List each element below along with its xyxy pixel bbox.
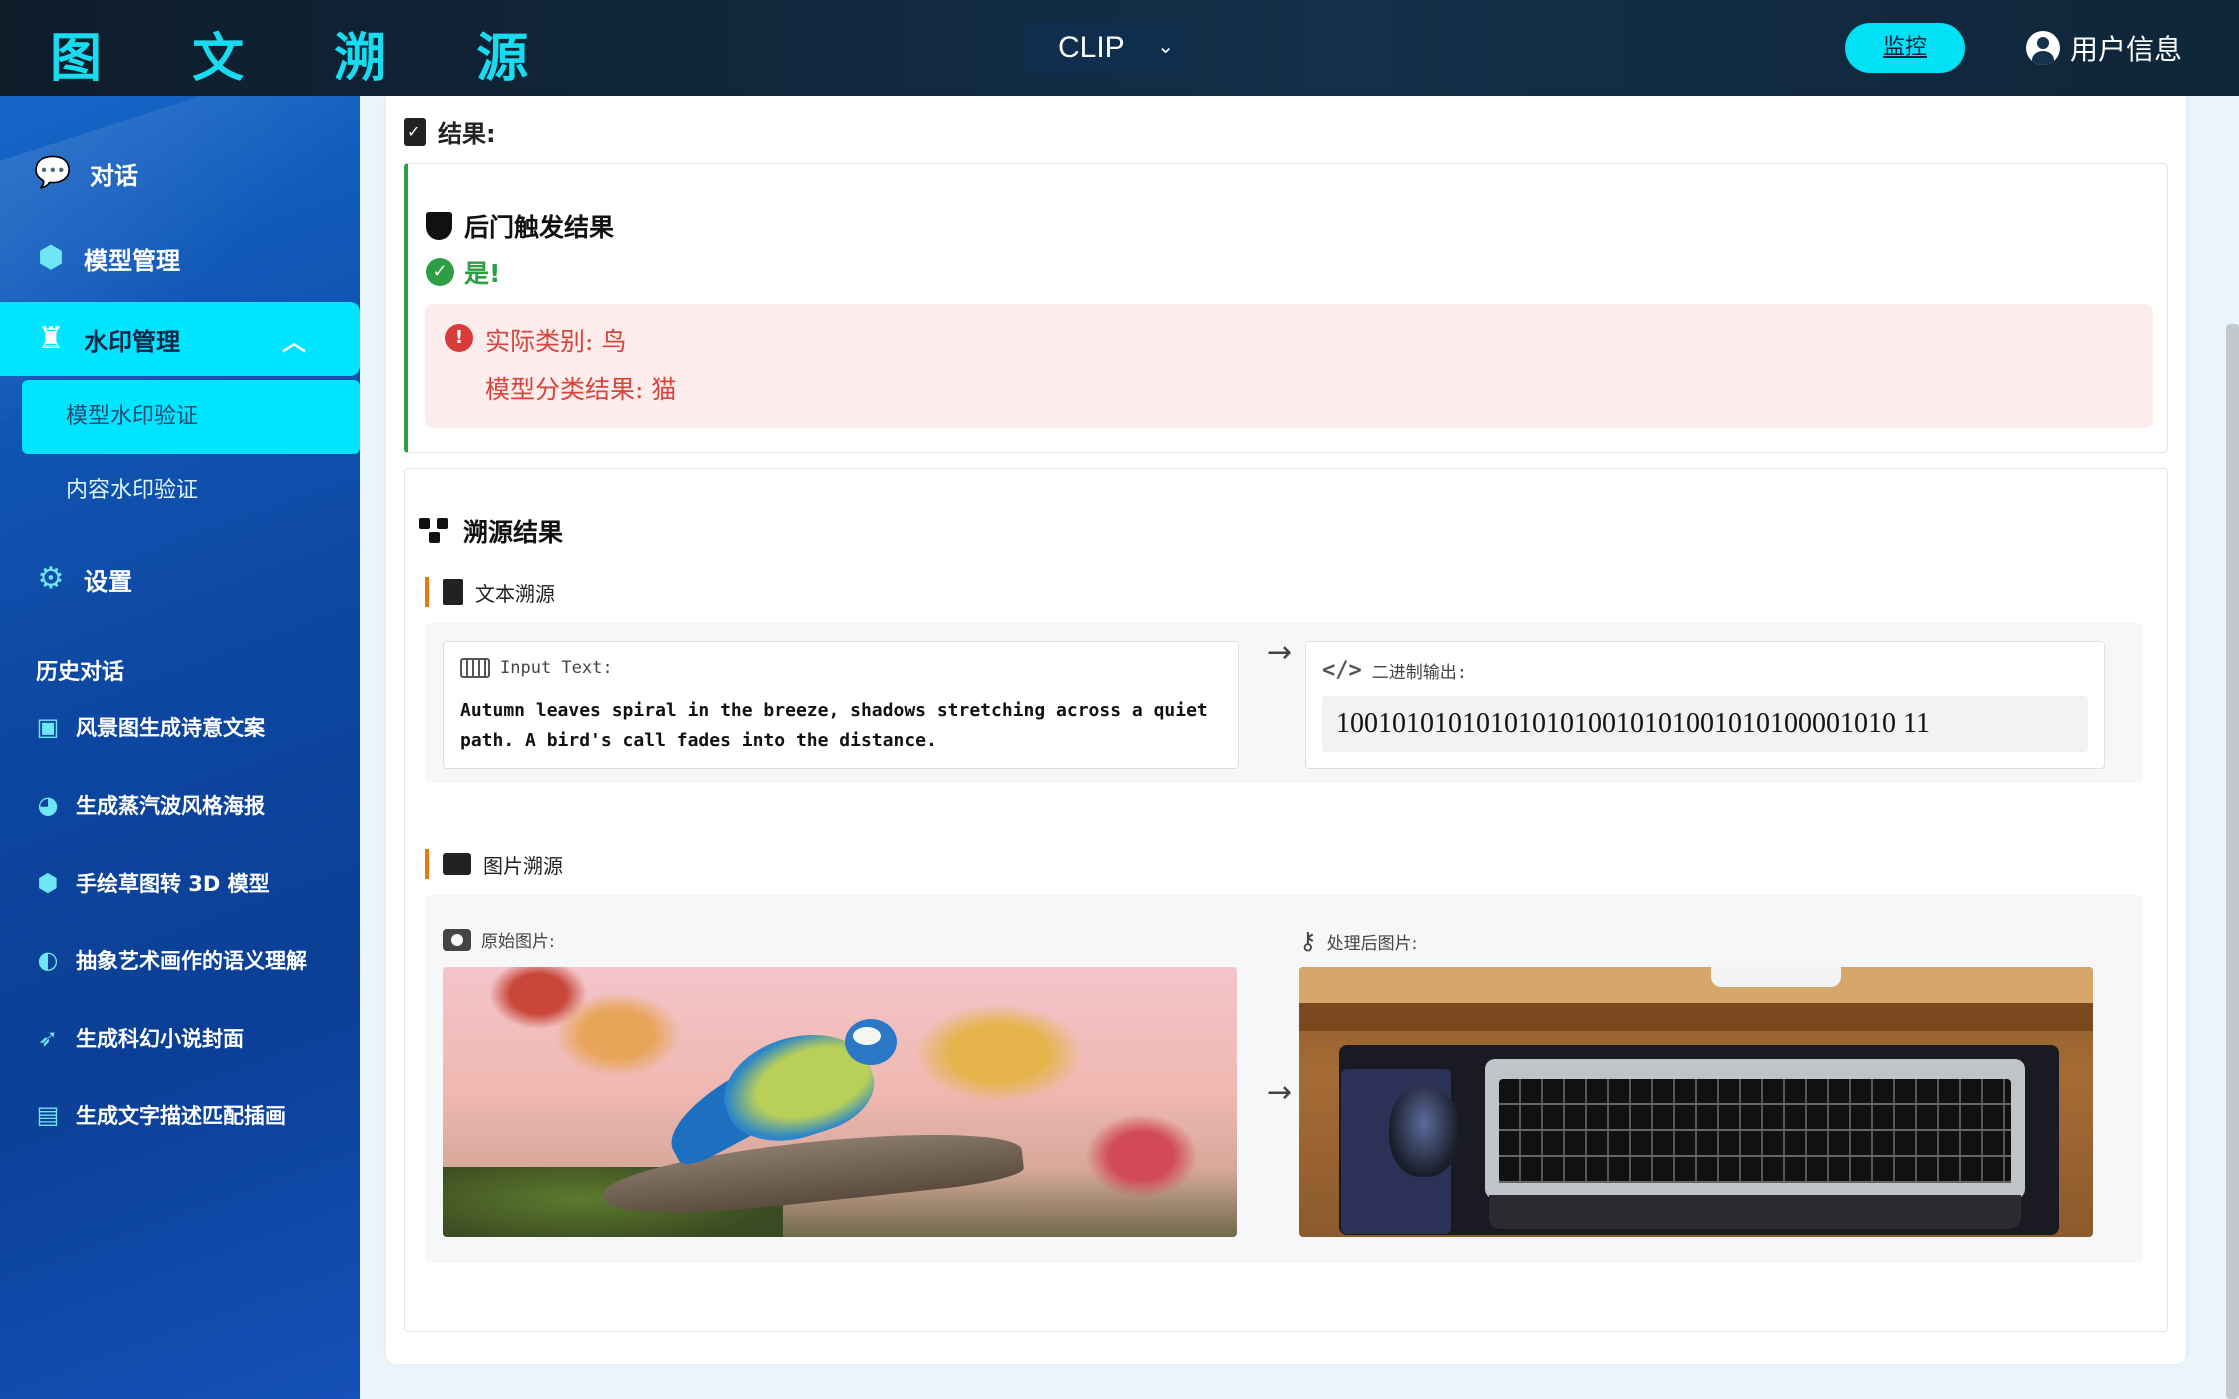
- history-title: 历史对话: [36, 660, 125, 685]
- sidebar-item-label: 对话: [90, 161, 138, 190]
- original-image-label-text: 原始图片:: [481, 932, 555, 952]
- history-item-label: 抽象艺术画作的语义理解: [76, 949, 307, 973]
- history-item-label: 生成科幻小说封面: [76, 1027, 244, 1051]
- scrollbar[interactable]: [2226, 324, 2239, 1399]
- user-info-button[interactable]: 用户信息: [2026, 28, 2182, 68]
- top-bar: 图 文 溯 源 CLIP ⌄ 监控 用户信息: [0, 0, 2239, 96]
- text-trace-body: Input Text: Autumn leaves spiral in the …: [425, 623, 2143, 783]
- model-class: 模型分类结果: 猫: [485, 375, 677, 404]
- image-trace-section: 图片溯源 原始图片: → ⚷ 处理后图片:: [425, 849, 2143, 1309]
- backdoor-title: 后门触发结果: [426, 208, 614, 244]
- app-logo: 图 文 溯 源: [50, 28, 565, 89]
- image-trace-label-text: 图片溯源: [483, 853, 563, 878]
- text-trace-label-text: 文本溯源: [475, 581, 555, 606]
- history-item-label: 生成蒸汽波风格海报: [76, 794, 265, 818]
- trace-title: 溯源结果: [419, 513, 563, 549]
- input-text-content: Autumn leaves spiral in the breeze, shad…: [460, 700, 1208, 751]
- file-text-icon: [443, 579, 463, 605]
- gear-icon: ⚙: [37, 561, 65, 596]
- sidebar-item-chat[interactable]: 💬 对话: [0, 136, 360, 210]
- keyboard-icon: [460, 658, 490, 678]
- binary-output-box: </> 二进制输出: 10010101010101010100101010010…: [1305, 641, 2105, 769]
- user-info-label: 用户信息: [2070, 33, 2183, 66]
- chevron-up-icon: ︿: [282, 327, 306, 356]
- binary-output-field: 1001010101010101010010101001010100001010…: [1322, 696, 2088, 752]
- book-icon: ▤: [36, 1101, 60, 1129]
- sidebar-item-label: 设置: [84, 567, 132, 596]
- processed-image-label-text: 处理后图片:: [1326, 933, 1418, 954]
- history-item-label: 风景图生成诗意文案: [76, 716, 265, 740]
- sidebar-item-settings[interactable]: ⚙ 设置: [0, 542, 360, 616]
- backdoor-status: ✓ 是!: [426, 254, 500, 290]
- backdoor-status-label: 是!: [464, 259, 501, 288]
- binary-output-header: </> 二进制输出:: [1322, 658, 1467, 683]
- history-item-label: 生成文字描述匹配插画: [76, 1104, 286, 1128]
- sidebar-item-watermark-management[interactable]: ♜ 水印管理 ︿: [0, 302, 360, 376]
- cube-icon: ⬢: [37, 869, 59, 897]
- cube-icon: ⬢: [37, 240, 65, 275]
- arrow-right-icon: →: [1267, 1075, 1293, 1110]
- arrow-right-icon: →: [1267, 635, 1293, 670]
- original-image: [443, 967, 1237, 1237]
- trace-result-card: 溯源结果 文本溯源 Input Text: Autumn leaves spir…: [404, 468, 2168, 1332]
- rocket-icon: ➶: [37, 1024, 59, 1052]
- user-circle-icon: [2026, 31, 2060, 65]
- monitor-button[interactable]: 监控: [1845, 23, 1965, 73]
- input-text-header: Input Text:: [460, 658, 613, 678]
- model-select-value: CLIP: [1058, 31, 1125, 64]
- processed-image-label: ⚷ 处理后图片:: [1299, 927, 1417, 955]
- classification-alert: ! 实际类别: 鸟 模型分类结果: 猫: [425, 304, 2153, 428]
- camera-icon: [443, 928, 471, 951]
- chevron-down-icon: ⌄: [1157, 36, 1174, 58]
- sidebar-item-model-management[interactable]: ⬢ 模型管理: [0, 221, 360, 295]
- stamp-icon: ♜: [37, 321, 65, 356]
- sidebar-item-label: 模型管理: [84, 246, 180, 275]
- palette-icon: ◕: [37, 791, 59, 819]
- original-image-label: 原始图片:: [443, 927, 555, 952]
- trace-title-label: 溯源结果: [463, 518, 564, 547]
- sidebar-subitem-model-watermark[interactable]: 模型水印验证: [22, 380, 360, 454]
- brain-icon: ◐: [37, 946, 59, 974]
- model-select[interactable]: CLIP ⌄: [1026, 22, 1188, 74]
- clipboard-check-icon: [404, 117, 426, 146]
- sidebar-item-label: 水印管理: [84, 327, 180, 356]
- chat-icon: 💬: [34, 155, 72, 190]
- binary-output-label: 二进制输出:: [1371, 663, 1467, 683]
- backdoor-result-card: 后门触发结果 ✓ 是! ! 实际类别: 鸟 模型分类结果: 猫: [404, 163, 2168, 453]
- actual-class: 实际类别: 鸟: [485, 327, 627, 356]
- history-item-label: 手绘草图转 3D 模型: [76, 872, 270, 896]
- history-item[interactable]: ▤ 生成文字描述匹配插画: [34, 1100, 286, 1130]
- sidebar-subitem-content-watermark[interactable]: 内容水印验证: [22, 454, 360, 528]
- text-trace-section: 文本溯源 Input Text: Autumn leaves spiral in…: [425, 577, 2143, 783]
- processed-image: [1299, 967, 2093, 1237]
- input-text-box: Input Text: Autumn leaves spiral in the …: [443, 641, 1239, 769]
- history-item[interactable]: ➶ 生成科幻小说封面: [34, 1023, 244, 1053]
- image-trace-body: 原始图片: → ⚷ 处理后图片:: [425, 895, 2143, 1263]
- image-icon: [443, 853, 471, 875]
- text-trace-label: 文本溯源: [425, 577, 555, 607]
- sitemap-icon: [419, 518, 451, 544]
- backdoor-title-label: 后门触发结果: [464, 213, 615, 242]
- input-text-label: Input Text:: [500, 658, 613, 678]
- sidebar: 💬 对话 ⬢ 模型管理 ♜ 水印管理 ︿ 模型水印验证 内容水印验证 ⚙ 设置 …: [0, 96, 360, 1399]
- check-circle-icon: ✓: [426, 258, 454, 286]
- shield-icon: [426, 212, 452, 240]
- history-item[interactable]: ▣ 风景图生成诗意文案: [34, 712, 265, 742]
- history-item[interactable]: ⬢ 手绘草图转 3D 模型: [34, 868, 270, 898]
- result-heading-label: 结果:: [438, 120, 496, 148]
- history-item[interactable]: ◐ 抽象艺术画作的语义理解: [34, 945, 307, 975]
- result-heading: 结果:: [404, 114, 496, 149]
- history-item[interactable]: ◕ 生成蒸汽波风格海报: [34, 790, 265, 820]
- key-icon: ⚷: [1299, 927, 1317, 955]
- exclamation-icon: !: [445, 324, 473, 352]
- code-icon: </>: [1322, 658, 1362, 683]
- image-icon: ▣: [36, 713, 60, 741]
- image-trace-label: 图片溯源: [425, 849, 563, 879]
